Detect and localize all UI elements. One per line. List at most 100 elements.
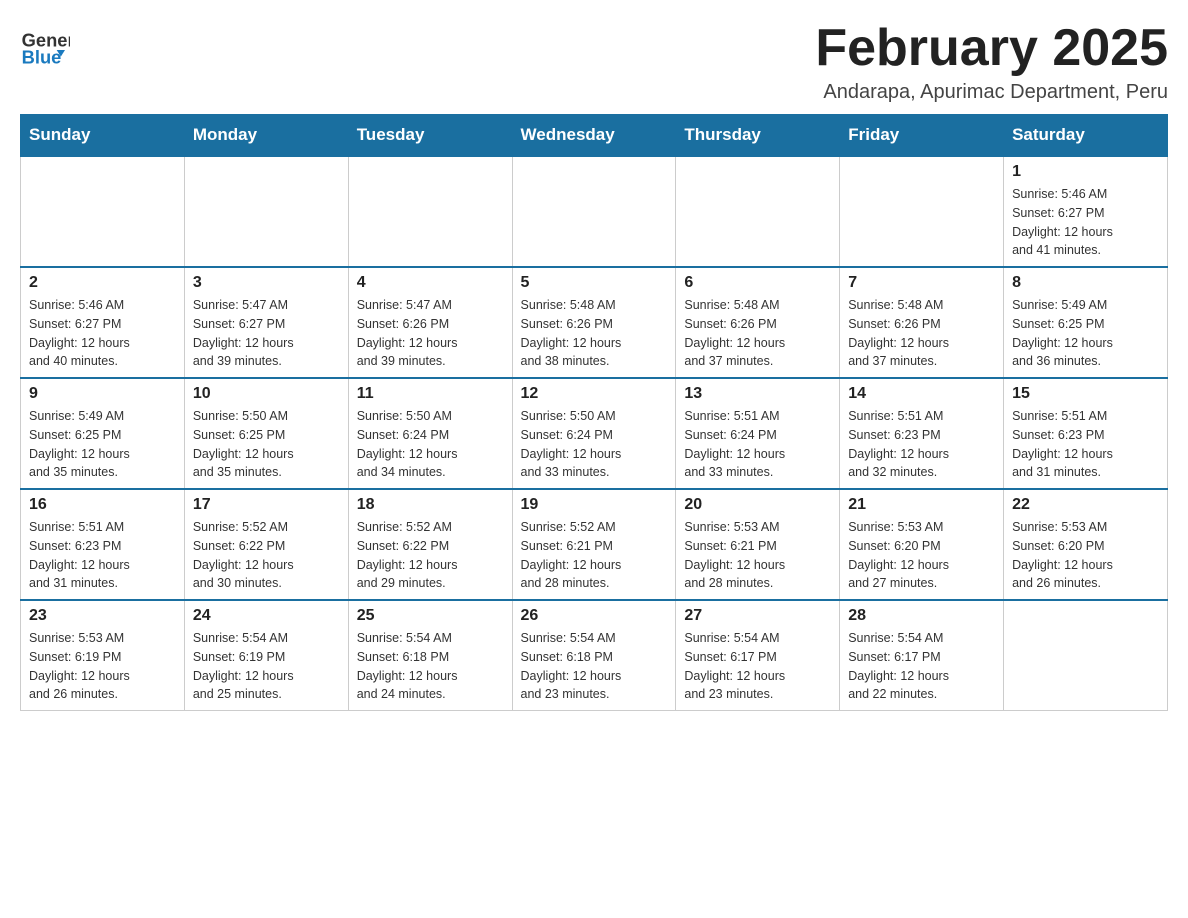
day-number: 7 — [848, 274, 995, 292]
day-info: Sunrise: 5:51 AM Sunset: 6:23 PM Dayligh… — [1012, 407, 1159, 482]
table-row: 15 Sunrise: 5:51 AM Sunset: 6:23 PM Dayli… — [1004, 378, 1168, 489]
header-wednesday: Wednesday — [512, 115, 676, 157]
day-number: 11 — [357, 385, 504, 403]
day-number: 13 — [684, 385, 831, 403]
day-info: Sunrise: 5:53 AM Sunset: 6:21 PM Dayligh… — [684, 518, 831, 593]
table-row: 13 Sunrise: 5:51 AM Sunset: 6:24 PM Dayli… — [676, 378, 840, 489]
svg-text:Blue: Blue — [22, 46, 62, 67]
day-info: Sunrise: 5:46 AM Sunset: 6:27 PM Dayligh… — [29, 296, 176, 371]
header-friday: Friday — [840, 115, 1004, 157]
day-info: Sunrise: 5:49 AM Sunset: 6:25 PM Dayligh… — [1012, 296, 1159, 371]
day-number: 2 — [29, 274, 176, 292]
day-info: Sunrise: 5:54 AM Sunset: 6:19 PM Dayligh… — [193, 629, 340, 704]
day-info: Sunrise: 5:50 AM Sunset: 6:25 PM Dayligh… — [193, 407, 340, 482]
day-number: 21 — [848, 496, 995, 514]
day-number: 25 — [357, 607, 504, 625]
day-number: 3 — [193, 274, 340, 292]
table-row: 12 Sunrise: 5:50 AM Sunset: 6:24 PM Dayli… — [512, 378, 676, 489]
table-row: 4 Sunrise: 5:47 AM Sunset: 6:26 PM Daylig… — [348, 267, 512, 378]
day-number: 6 — [684, 274, 831, 292]
table-row — [512, 156, 676, 267]
calendar-table: Sunday Monday Tuesday Wednesday Thursday… — [20, 114, 1168, 711]
table-row: 6Sunrise: 5:48 AM Sunset: 6:26 PM Daylig… — [676, 267, 840, 378]
day-number: 14 — [848, 385, 995, 403]
table-row: 10 Sunrise: 5:50 AM Sunset: 6:25 PM Dayli… — [184, 378, 348, 489]
header-tuesday: Tuesday — [348, 115, 512, 157]
table-row: 7 Sunrise: 5:48 AM Sunset: 6:26 PM Daylig… — [840, 267, 1004, 378]
table-row: 9 Sunrise: 5:49 AM Sunset: 6:25 PM Daylig… — [21, 378, 185, 489]
day-info: Sunrise: 5:50 AM Sunset: 6:24 PM Dayligh… — [521, 407, 668, 482]
calendar-week-row: 1 Sunrise: 5:46 AM Sunset: 6:27 PM Daylig… — [21, 156, 1168, 267]
table-row: 1 Sunrise: 5:46 AM Sunset: 6:27 PM Daylig… — [1004, 156, 1168, 267]
day-info: Sunrise: 5:47 AM Sunset: 6:26 PM Dayligh… — [357, 296, 504, 371]
day-info: Sunrise: 5:54 AM Sunset: 6:17 PM Dayligh… — [684, 629, 831, 704]
table-row: 23 Sunrise: 5:53 AM Sunset: 6:19 PM Dayli… — [21, 600, 185, 711]
day-number: 12 — [521, 385, 668, 403]
day-number: 4 — [357, 274, 504, 292]
table-row: 16 Sunrise: 5:51 AM Sunset: 6:23 PM Dayli… — [21, 489, 185, 600]
day-info: Sunrise: 5:53 AM Sunset: 6:20 PM Dayligh… — [1012, 518, 1159, 593]
table-row: 25 Sunrise: 5:54 AM Sunset: 6:18 PM Dayli… — [348, 600, 512, 711]
table-row: 26 Sunrise: 5:54 AM Sunset: 6:18 PM Dayli… — [512, 600, 676, 711]
day-info: Sunrise: 5:46 AM Sunset: 6:27 PM Dayligh… — [1012, 185, 1159, 260]
day-number: 26 — [521, 607, 668, 625]
day-number: 16 — [29, 496, 176, 514]
table-row: 19 Sunrise: 5:52 AM Sunset: 6:21 PM Dayli… — [512, 489, 676, 600]
calendar-week-row: 16 Sunrise: 5:51 AM Sunset: 6:23 PM Dayli… — [21, 489, 1168, 600]
calendar-week-row: 23 Sunrise: 5:53 AM Sunset: 6:19 PM Dayli… — [21, 600, 1168, 711]
day-number: 27 — [684, 607, 831, 625]
day-info: Sunrise: 5:54 AM Sunset: 6:17 PM Dayligh… — [848, 629, 995, 704]
day-number: 9 — [29, 385, 176, 403]
day-number: 15 — [1012, 385, 1159, 403]
table-row: 24Sunrise: 5:54 AM Sunset: 6:19 PM Dayli… — [184, 600, 348, 711]
table-row — [676, 156, 840, 267]
day-info: Sunrise: 5:51 AM Sunset: 6:24 PM Dayligh… — [684, 407, 831, 482]
header-saturday: Saturday — [1004, 115, 1168, 157]
header-monday: Monday — [184, 115, 348, 157]
table-row: 21 Sunrise: 5:53 AM Sunset: 6:20 PM Dayli… — [840, 489, 1004, 600]
day-info: Sunrise: 5:48 AM Sunset: 6:26 PM Dayligh… — [521, 296, 668, 371]
weekday-header-row: Sunday Monday Tuesday Wednesday Thursday… — [21, 115, 1168, 157]
table-row — [348, 156, 512, 267]
page-header: General Blue February 2025 Andarapa, Apu… — [20, 20, 1168, 104]
month-title: February 2025 — [815, 20, 1168, 77]
table-row: 28Sunrise: 5:54 AM Sunset: 6:17 PM Dayli… — [840, 600, 1004, 711]
table-row: 8 Sunrise: 5:49 AM Sunset: 6:25 PM Daylig… — [1004, 267, 1168, 378]
location: Andarapa, Apurimac Department, Peru — [815, 81, 1168, 104]
day-number: 1 — [1012, 163, 1159, 181]
table-row: 20 Sunrise: 5:53 AM Sunset: 6:21 PM Dayli… — [676, 489, 840, 600]
table-row: 27 Sunrise: 5:54 AM Sunset: 6:17 PM Dayli… — [676, 600, 840, 711]
logo: General Blue — [20, 20, 76, 70]
day-number: 19 — [521, 496, 668, 514]
header-thursday: Thursday — [676, 115, 840, 157]
table-row — [1004, 600, 1168, 711]
day-info: Sunrise: 5:54 AM Sunset: 6:18 PM Dayligh… — [357, 629, 504, 704]
day-info: Sunrise: 5:48 AM Sunset: 6:26 PM Dayligh… — [848, 296, 995, 371]
table-row: 3Sunrise: 5:47 AM Sunset: 6:27 PM Daylig… — [184, 267, 348, 378]
day-info: Sunrise: 5:50 AM Sunset: 6:24 PM Dayligh… — [357, 407, 504, 482]
day-info: Sunrise: 5:49 AM Sunset: 6:25 PM Dayligh… — [29, 407, 176, 482]
day-number: 10 — [193, 385, 340, 403]
day-info: Sunrise: 5:53 AM Sunset: 6:20 PM Dayligh… — [848, 518, 995, 593]
day-info: Sunrise: 5:51 AM Sunset: 6:23 PM Dayligh… — [848, 407, 995, 482]
title-block: February 2025 Andarapa, Apurimac Departm… — [815, 20, 1168, 104]
day-number: 23 — [29, 607, 176, 625]
day-number: 5 — [521, 274, 668, 292]
day-info: Sunrise: 5:52 AM Sunset: 6:22 PM Dayligh… — [357, 518, 504, 593]
day-number: 22 — [1012, 496, 1159, 514]
day-info: Sunrise: 5:53 AM Sunset: 6:19 PM Dayligh… — [29, 629, 176, 704]
logo-svg: General Blue — [20, 20, 70, 70]
header-sunday: Sunday — [21, 115, 185, 157]
day-number: 8 — [1012, 274, 1159, 292]
table-row: 2 Sunrise: 5:46 AM Sunset: 6:27 PM Daylig… — [21, 267, 185, 378]
day-number: 20 — [684, 496, 831, 514]
table-row — [184, 156, 348, 267]
table-row: 17Sunrise: 5:52 AM Sunset: 6:22 PM Dayli… — [184, 489, 348, 600]
day-info: Sunrise: 5:54 AM Sunset: 6:18 PM Dayligh… — [521, 629, 668, 704]
table-row: 18 Sunrise: 5:52 AM Sunset: 6:22 PM Dayli… — [348, 489, 512, 600]
day-number: 18 — [357, 496, 504, 514]
day-info: Sunrise: 5:51 AM Sunset: 6:23 PM Dayligh… — [29, 518, 176, 593]
day-info: Sunrise: 5:52 AM Sunset: 6:21 PM Dayligh… — [521, 518, 668, 593]
calendar-week-row: 9 Sunrise: 5:49 AM Sunset: 6:25 PM Daylig… — [21, 378, 1168, 489]
table-row — [840, 156, 1004, 267]
